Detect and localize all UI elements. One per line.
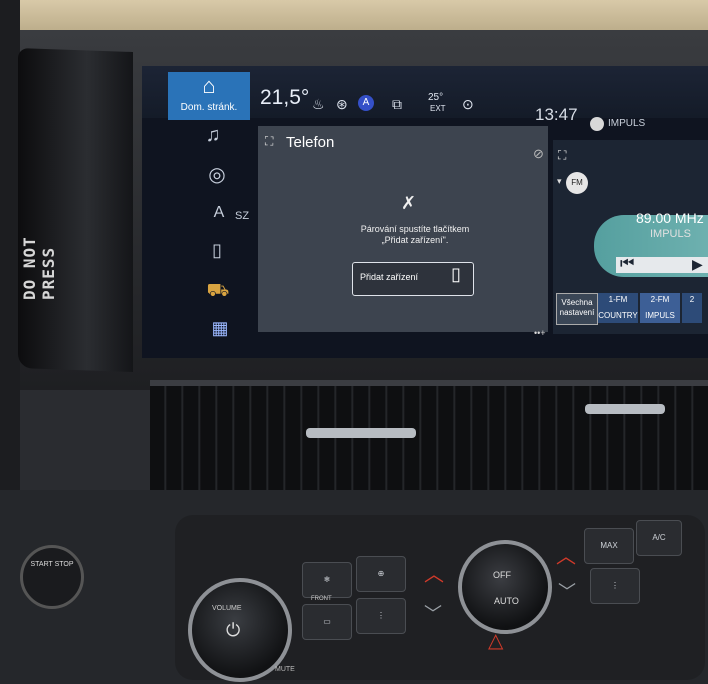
fan-knob[interactable] <box>458 540 552 634</box>
seat-heat-right-button[interactable]: ⋮ <box>590 568 640 604</box>
ext-temp-label: EXT <box>430 104 446 113</box>
next-icon[interactable]: ▶ <box>692 256 703 273</box>
power-icon: ⏻ <box>226 620 241 640</box>
start-stop-button[interactable] <box>20 545 84 609</box>
seat-heat-button[interactable]: ⋮ <box>356 598 406 634</box>
status-station-name[interactable]: IMPULS <box>608 118 645 129</box>
preset-1-line2: COUNTRY <box>598 311 638 320</box>
start-stop-label: START STOP <box>30 561 74 568</box>
radio-expand-icon[interactable]: ⛶ <box>558 148 566 163</box>
music-note-icon[interactable]: ♫ <box>200 124 226 147</box>
seat-heat-right-icon: ⋮ <box>611 581 619 590</box>
max-defrost-button[interactable]: MAX <box>584 528 634 564</box>
rear-defrost-button[interactable]: ▭ <box>302 604 352 640</box>
preset-3[interactable]: 2 <box>682 293 702 323</box>
expand-icon[interactable]: ⛶ <box>265 134 273 149</box>
preset-2-line2: IMPULS <box>645 311 675 320</box>
front-defrost-button[interactable]: ❄ <box>302 562 352 598</box>
air-vent <box>150 380 708 496</box>
defrost-icon: ❄ <box>323 575 331 584</box>
pairing-message: Párování spustíte tlačítkem „Přidat zaří… <box>330 224 500 246</box>
preset-2[interactable]: 2-FM IMPULS <box>640 293 680 323</box>
band-badge[interactable]: FM <box>566 172 588 194</box>
clock: 13:47 <box>535 105 578 124</box>
ac-button[interactable]: A/C <box>636 520 682 556</box>
preset-all-settings[interactable]: Všechna nastavení <box>556 293 598 325</box>
fan-off-label: OFF <box>493 570 511 580</box>
fan-icon[interactable]: ⊛ <box>336 96 348 113</box>
hazard-icon[interactable]: △ <box>488 628 503 653</box>
profile-icon[interactable]: ⧉ <box>392 96 402 113</box>
vent-slider-left[interactable] <box>306 428 416 438</box>
home-icon: ⌂ <box>202 73 216 98</box>
preset-all-line1: Všechna <box>561 298 593 307</box>
do-not-press-label: DO NOT PRESS <box>20 236 58 300</box>
mute-label: MUTE <box>275 666 295 673</box>
volume-label: VOLUME <box>212 605 242 612</box>
preset-1-line1: 1-FM <box>608 295 628 304</box>
apps-grid-icon[interactable]: ▦ <box>207 318 233 339</box>
navigation-heading: SZ <box>235 210 250 222</box>
cabin-temperature[interactable]: 21,5° <box>260 86 309 110</box>
temp-down-right-icon[interactable]: ﹀ <box>558 578 576 604</box>
steering-heat-icon: ⊕ <box>377 569 385 578</box>
ac-label: A/C <box>652 533 666 542</box>
radio-frequency: 89.00 MHz <box>636 210 704 226</box>
max-label: MAX <box>600 541 618 550</box>
ext-temp-value: 25° <box>428 92 444 103</box>
navigation-arrow-icon[interactable]: A <box>206 204 232 222</box>
add-phone-icon: ▯ <box>451 264 461 284</box>
seat-icon: ⋮ <box>377 611 385 620</box>
auto-label: AUTO <box>494 596 519 606</box>
phone-title: Telefon <box>286 134 335 151</box>
home-label: Dom. stránk. <box>180 102 238 113</box>
vent-slider-right[interactable] <box>585 404 665 414</box>
car-icon[interactable]: ⛟ <box>205 280 231 304</box>
auto-mode-icon[interactable]: A <box>358 95 374 111</box>
temp-up-left-icon[interactable]: ︿ <box>424 558 444 587</box>
preset-3-line1: 2 <box>689 295 695 304</box>
preset-all-line2: nastavení <box>559 308 595 317</box>
pairing-message-line2: „Přidat zařízení". <box>381 235 449 245</box>
front-label: FRONT <box>311 596 332 602</box>
radio-station: IMPULS <box>650 228 691 240</box>
pairing-message-line1: Párování spustíte tlačítkem <box>360 224 470 234</box>
band-dropdown-icon[interactable]: ▾ <box>557 176 562 187</box>
connectivity-icon[interactable]: ⊙ <box>462 96 474 113</box>
temp-up-right-icon[interactable]: ︿ <box>556 540 576 569</box>
page-indicator: ••+ <box>534 328 546 338</box>
phone-icon[interactable]: ▯ <box>204 240 230 261</box>
phone-settings-icon[interactable]: ⊘ <box>533 146 544 162</box>
previous-icon[interactable]: ⏮ <box>620 255 634 273</box>
recirc-button[interactable]: ⊕ <box>356 556 406 592</box>
seat-heat-icon[interactable]: ♨ <box>312 96 325 113</box>
speedometer-icon[interactable]: ◎ <box>204 162 230 187</box>
bluetooth-icon: ✗ <box>401 193 417 213</box>
preset-1[interactable]: 1-FM COUNTRY <box>598 293 638 323</box>
preset-2-line1: 2-FM <box>650 295 670 304</box>
temp-down-left-icon[interactable]: ﹀ <box>424 600 442 626</box>
rear-defrost-icon: ▭ <box>323 617 331 626</box>
station-logo-icon <box>590 117 604 131</box>
add-device-label: Přidat zařízení <box>360 272 419 282</box>
